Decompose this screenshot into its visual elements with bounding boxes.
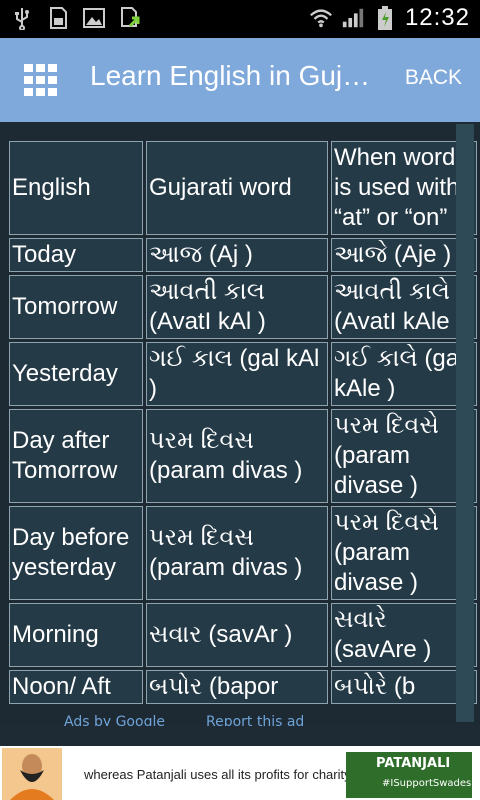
ad-banner[interactable]: whereas Patanjali uses all its profits f…	[0, 746, 480, 800]
table-row: Day before yesterday પરમ દિવસ (param div…	[9, 506, 477, 600]
image-icon	[82, 6, 106, 30]
ads-by-google-link[interactable]: Ads by Google	[64, 714, 165, 726]
back-button[interactable]: BACK	[405, 66, 462, 90]
cell-gujarati: બપોર (bapor	[146, 670, 328, 704]
person-image	[2, 748, 62, 800]
ad-links: Ads by Google Report this ad	[0, 712, 480, 726]
cell-english: Day before yesterday	[9, 506, 143, 600]
vocabulary-table: English Gujarati word When word is used …	[6, 138, 480, 707]
hashtag: #ISupportSwadeshi	[382, 778, 480, 789]
cell-gujarati: પરમ દિવસ (param divas )	[146, 409, 328, 503]
cell-gujarati: સવાર (savAr )	[146, 603, 328, 667]
cell-english: Today	[9, 238, 143, 272]
table-row: Noon/ Aft બપોર (bapor બપોરે (b	[9, 670, 477, 704]
page-title: Learn English in Guj…	[90, 60, 371, 91]
cell-gujarati: ગઈ કાલ (gal kAl )	[146, 342, 328, 406]
grid-icon[interactable]	[22, 62, 60, 98]
table-header-row: English Gujarati word When word is used …	[9, 141, 477, 235]
cell-english: Day after Tomorrow	[9, 409, 143, 503]
cell-english: Yesterday	[9, 342, 143, 406]
wifi-icon	[309, 6, 333, 30]
cell-gujarati: પરમ દિવસ (param divas )	[146, 506, 328, 600]
table-row: Yesterday ગઈ કાલ (gal kAl ) ગઈ કાલે (gal…	[9, 342, 477, 406]
sd-card-icon	[46, 6, 70, 30]
cell-gujarati: આવતી કાલ (AvatI kAl )	[146, 275, 328, 339]
scrollbar[interactable]	[456, 124, 474, 722]
table-row: Day after Tomorrow પરમ દિવસ (param divas…	[9, 409, 477, 503]
battery-icon	[373, 6, 397, 30]
content-area[interactable]: English Gujarati word When word is used …	[0, 122, 480, 724]
header-gujarati: Gujarati word	[146, 141, 328, 235]
brand-name: PATANJALI	[376, 756, 451, 771]
clock: 12:32	[404, 4, 470, 31]
signal-icon	[341, 6, 365, 30]
table-row: Morning સવાર (savAr ) સવારે (savAre )	[9, 603, 477, 667]
table-row: Tomorrow આવતી કાલ (AvatI kAl ) આવતી કાલે…	[9, 275, 477, 339]
usb-icon	[10, 6, 34, 30]
cell-gujarati: આજ (Aj )	[146, 238, 328, 272]
header-english: English	[9, 141, 143, 235]
status-bar: 12:32	[0, 0, 480, 38]
patanjali-logo: PATANJALI #ISupportSwadeshi	[346, 752, 480, 798]
cell-english: Morning	[9, 603, 143, 667]
report-ad-link[interactable]: Report this ad	[206, 714, 304, 726]
cell-english: Noon/ Aft	[9, 670, 143, 704]
table-row: Today આજ (Aj ) આજે (Aje )	[9, 238, 477, 272]
cell-english: Tomorrow	[9, 275, 143, 339]
download-icon	[118, 6, 142, 30]
app-bar: Learn English in Guj… BACK	[0, 38, 480, 122]
